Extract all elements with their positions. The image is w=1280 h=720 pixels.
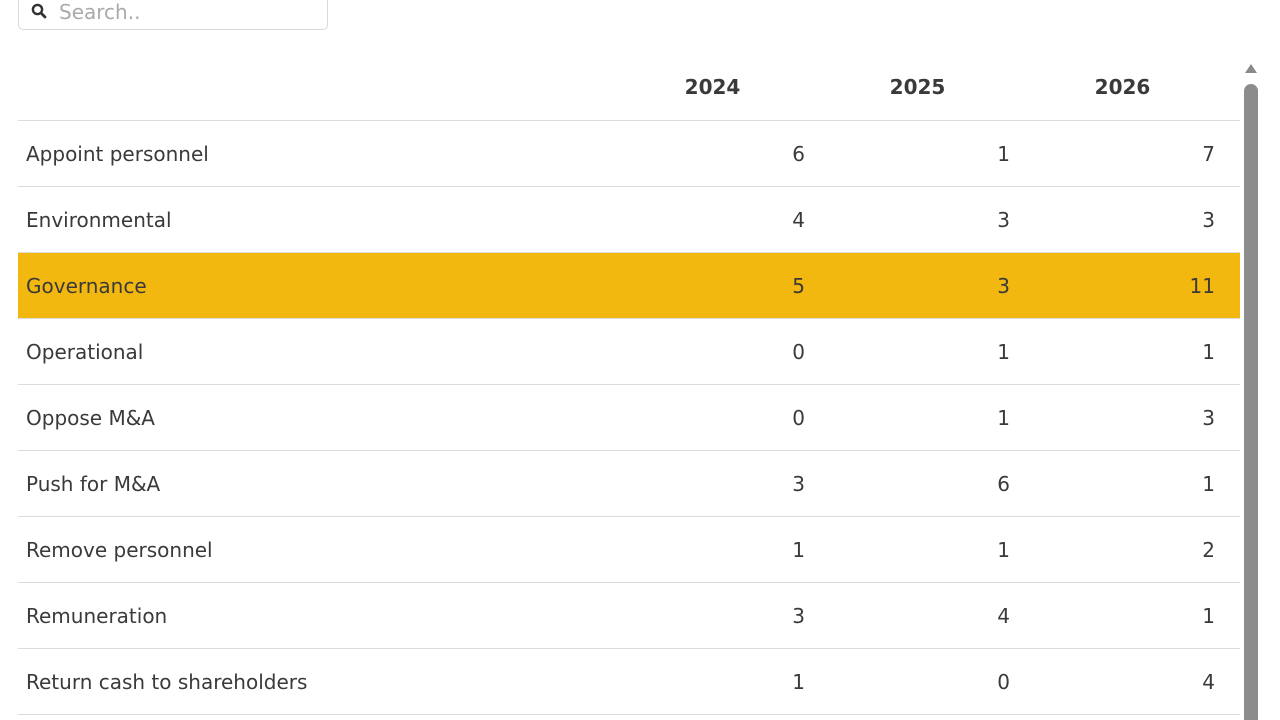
row-value-2026: 4 (1020, 648, 1225, 715)
row-label: Operational (18, 318, 610, 385)
column-header-spacer (1225, 54, 1240, 121)
row-value-2024: 4 (610, 186, 815, 253)
row-value-2024: 1 (610, 516, 815, 583)
table-body: Appoint personnel 6 1 7 Environmental 4 3 3 Gove… (18, 120, 1240, 715)
row-value-2025: 1 (815, 120, 1020, 187)
row-value-2026: 3 (1020, 186, 1225, 253)
column-header-2024[interactable]: 2024 (610, 54, 815, 121)
row-value-2024: 1 (610, 648, 815, 715)
data-table-container: 2024 2025 2026 Appoint personnel 6 1 7 Envir… (18, 54, 1240, 720)
row-value-2026: 1 (1020, 450, 1225, 517)
row-value-2024: 3 (610, 450, 815, 517)
row-value-2025: 6 (815, 450, 1020, 517)
row-value-2024: 3 (610, 582, 815, 649)
row-value-2024: 0 (610, 384, 815, 451)
column-header-2025[interactable]: 2025 (815, 54, 1020, 121)
row-value-2026: 11 (1020, 252, 1225, 319)
row-value-2025: 4 (815, 582, 1020, 649)
row-spacer (1225, 186, 1240, 253)
table-row[interactable]: Push for M&A 3 6 1 (18, 450, 1240, 517)
row-spacer (1225, 648, 1240, 715)
table-row[interactable]: Remuneration 3 4 1 (18, 582, 1240, 649)
search-box[interactable] (18, 0, 328, 30)
search-input[interactable] (59, 0, 319, 25)
row-label: Environmental (18, 186, 610, 253)
vertical-scrollbar[interactable] (1241, 60, 1261, 720)
row-label: Return cash to shareholders (18, 648, 610, 715)
row-value-2024: 6 (610, 120, 815, 187)
scrollbar-thumb[interactable] (1244, 84, 1258, 720)
search-icon (31, 3, 47, 19)
row-value-2025: 1 (815, 516, 1020, 583)
scroll-up-arrow-icon[interactable] (1245, 64, 1257, 73)
table-row[interactable]: Return cash to shareholders 1 0 4 (18, 648, 1240, 715)
row-spacer (1225, 318, 1240, 385)
row-value-2026: 2 (1020, 516, 1225, 583)
table-row[interactable]: Oppose M&A 0 1 3 (18, 384, 1240, 451)
row-value-2026: 1 (1020, 582, 1225, 649)
row-value-2026: 7 (1020, 120, 1225, 187)
row-spacer (1225, 120, 1240, 187)
row-value-2025: 0 (815, 648, 1020, 715)
row-label: Push for M&A (18, 450, 610, 517)
row-label: Remuneration (18, 582, 610, 649)
row-value-2025: 3 (815, 252, 1020, 319)
row-spacer (1225, 252, 1240, 319)
table-row[interactable]: Operational 0 1 1 (18, 318, 1240, 385)
column-header-2026[interactable]: 2026 (1020, 54, 1225, 121)
row-spacer (1225, 384, 1240, 451)
page: 2024 2025 2026 Appoint personnel617Envir… (0, 0, 1280, 720)
row-value-2025: 3 (815, 186, 1020, 253)
row-value-2025: 1 (815, 318, 1020, 385)
table-row[interactable]: Remove personnel 1 1 2 (18, 516, 1240, 583)
row-label: Remove personnel (18, 516, 610, 583)
table-row[interactable]: Appoint personnel 6 1 7 (18, 120, 1240, 187)
table-header-row: 2024 2025 2026 (18, 54, 1240, 121)
row-spacer (1225, 450, 1240, 517)
row-value-2026: 3 (1020, 384, 1225, 451)
column-header-label (18, 54, 610, 121)
table-row[interactable]: Environmental 4 3 3 (18, 186, 1240, 253)
row-label: Oppose M&A (18, 384, 610, 451)
row-value-2026: 1 (1020, 318, 1225, 385)
row-spacer (1225, 516, 1240, 583)
row-value-2024: 5 (610, 252, 815, 319)
row-spacer (1225, 582, 1240, 649)
row-value-2025: 1 (815, 384, 1020, 451)
table-row[interactable]: Governance 5 3 11 (18, 252, 1240, 319)
row-label: Governance (18, 252, 610, 319)
row-label: Appoint personnel (18, 120, 610, 187)
row-value-2024: 0 (610, 318, 815, 385)
data-table: 2024 2025 2026 Appoint personnel 6 1 7 Envir… (18, 54, 1240, 715)
